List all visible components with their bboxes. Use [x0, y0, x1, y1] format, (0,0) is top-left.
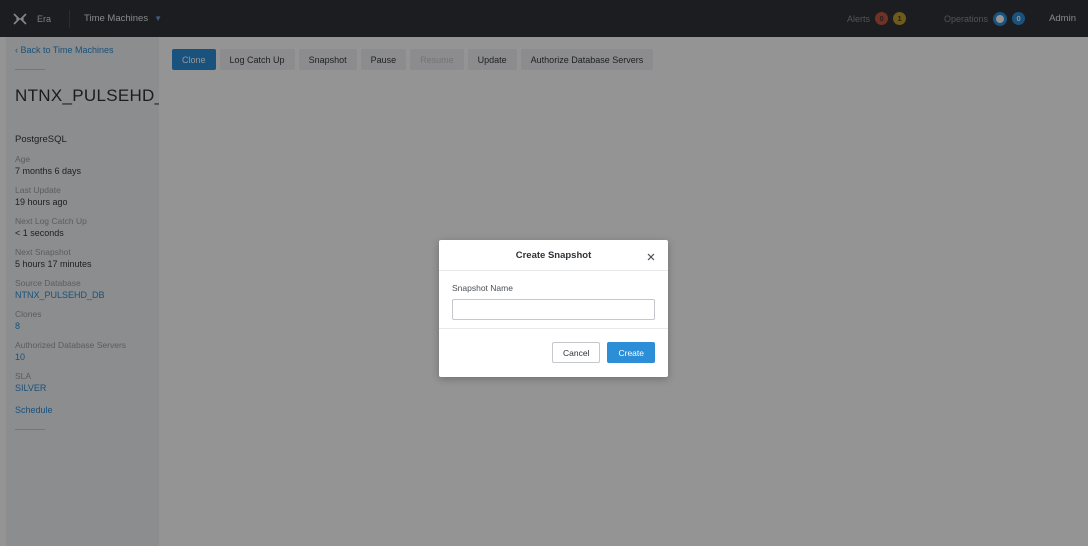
cancel-button[interactable]: Cancel: [552, 342, 601, 363]
dialog-footer: Cancel Create: [439, 329, 668, 363]
snapshot-name-label: Snapshot Name: [452, 283, 513, 293]
close-icon[interactable]: [646, 249, 656, 261]
dialog-header: Create Snapshot: [439, 240, 668, 271]
create-snapshot-dialog: Create Snapshot Snapshot Name Cancel Cre…: [439, 240, 668, 377]
dialog-body: Snapshot Name: [439, 271, 668, 329]
create-button[interactable]: Create: [607, 342, 655, 363]
dialog-title: Create Snapshot: [515, 249, 592, 261]
snapshot-name-input[interactable]: [452, 299, 655, 320]
